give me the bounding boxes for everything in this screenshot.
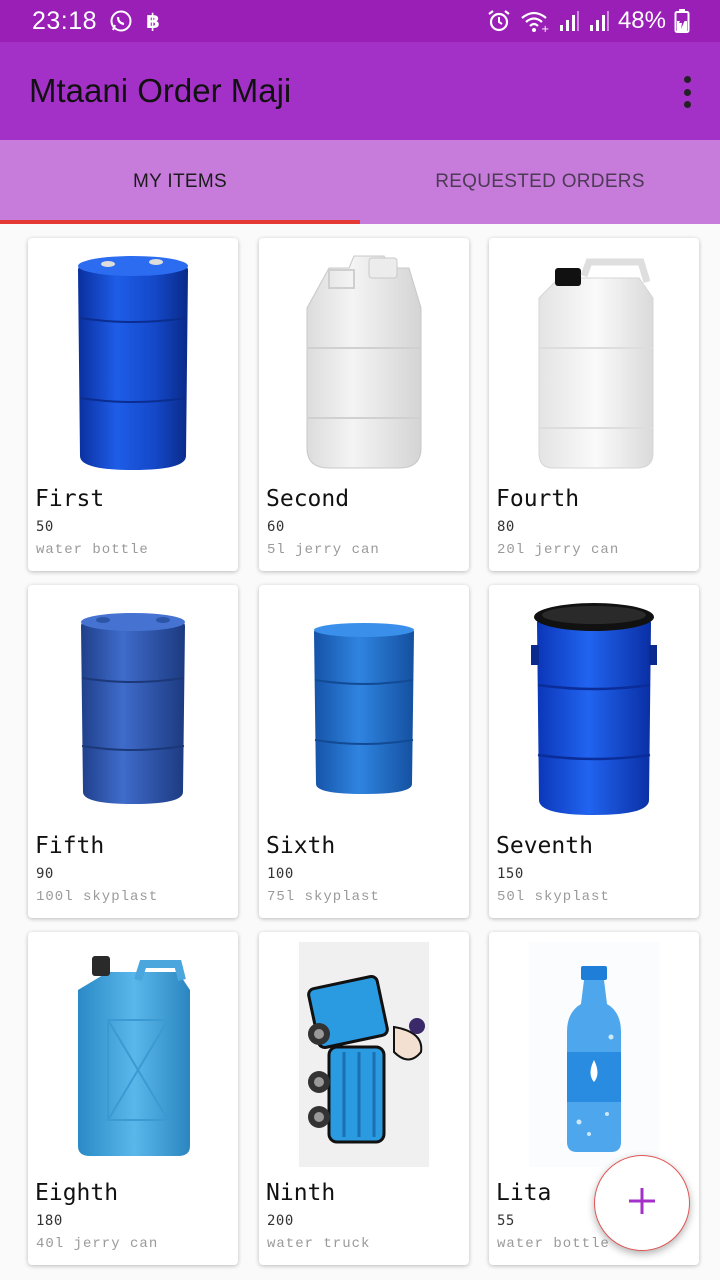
item-description: water truck (267, 1236, 371, 1252)
battery-percent: 48% (617, 7, 666, 34)
item-card[interactable]: Ninth 200 water truck (259, 932, 469, 1265)
item-description: 50l skyplast (497, 889, 610, 905)
water-bottle-image (489, 932, 699, 1177)
item-name: First (35, 486, 105, 512)
bitcoin-icon: ฿ (145, 10, 163, 32)
item-name: Fifth (35, 833, 105, 859)
item-description: 75l skyplast (267, 889, 380, 905)
item-card[interactable]: First 50 water bottle (28, 238, 238, 571)
add-icon (627, 1186, 657, 1221)
signal-icon (558, 9, 580, 33)
signal-icon-2 (588, 9, 610, 33)
tab-label: MY ITEMS (133, 171, 227, 192)
status-bar: 23:18 ฿ + 48% (0, 0, 720, 42)
item-price: 50 (36, 519, 54, 535)
whatsapp-icon (109, 9, 133, 33)
item-price: 100 (267, 866, 294, 882)
item-price: 200 (267, 1213, 294, 1229)
item-name: Fourth (496, 486, 580, 512)
item-name: Sixth (266, 833, 336, 859)
svg-text:+: + (541, 24, 549, 33)
item-description: 20l jerry can (497, 542, 620, 558)
item-card[interactable]: Fourth 80 20l jerry can (489, 238, 699, 571)
blue-drum-image (28, 585, 238, 830)
white-jerry-can-cap-image (489, 238, 699, 483)
light-blue-jerry-can-image (28, 932, 238, 1177)
item-price: 90 (36, 866, 54, 882)
item-card[interactable]: Fifth 90 100l skyplast (28, 585, 238, 918)
item-name: Ninth (266, 1180, 336, 1206)
item-description: 40l jerry can (36, 1236, 159, 1252)
tab-my-items[interactable]: MY ITEMS (0, 140, 360, 224)
item-price: 60 (267, 519, 285, 535)
blue-open-drum-image (489, 585, 699, 830)
blue-drum-image (28, 238, 238, 483)
item-card[interactable]: Second 60 5l jerry can (259, 238, 469, 571)
item-price: 150 (497, 866, 524, 882)
water-truck-image (259, 932, 469, 1177)
status-time: 23:18 (32, 6, 98, 35)
tab-label: REQUESTED ORDERS (435, 171, 645, 192)
battery-icon (674, 8, 690, 34)
item-price: 55 (497, 1213, 515, 1229)
wifi-icon: + (520, 9, 550, 33)
app-bar: Mtaani Order Maji (0, 42, 720, 140)
white-jerry-can-image (259, 238, 469, 483)
item-name: Second (266, 486, 350, 512)
item-description: 5l jerry can (267, 542, 380, 558)
item-price: 80 (497, 519, 515, 535)
tab-requested-orders[interactable]: REQUESTED ORDERS (360, 140, 720, 224)
item-description: water bottle (36, 542, 149, 558)
item-name: Seventh (496, 833, 593, 859)
more-vert-icon[interactable] (680, 76, 694, 108)
tab-bar: MY ITEMS REQUESTED ORDERS (0, 140, 720, 224)
blue-drum-image (259, 585, 469, 830)
item-card[interactable]: Eighth 180 40l jerry can (28, 932, 238, 1265)
item-price: 180 (36, 1213, 63, 1229)
item-card[interactable]: Seventh 150 50l skyplast (489, 585, 699, 918)
alarm-icon (486, 8, 512, 34)
item-name: Lita (496, 1180, 552, 1206)
item-name: Eighth (35, 1180, 119, 1206)
add-item-button[interactable] (594, 1155, 690, 1251)
item-description: water bottle (497, 1236, 610, 1252)
item-description: 100l skyplast (36, 889, 159, 905)
app-title: Mtaani Order Maji (29, 72, 292, 109)
item-card[interactable]: Sixth 100 75l skyplast (259, 585, 469, 918)
svg-text:฿: ฿ (146, 10, 160, 32)
tab-indicator (0, 220, 360, 224)
